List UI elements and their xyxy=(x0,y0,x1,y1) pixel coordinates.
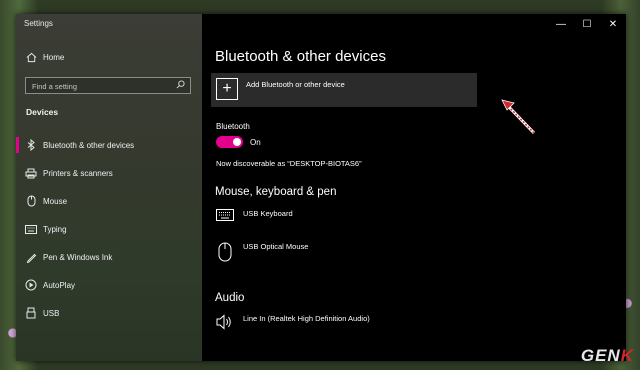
device-name: Line In (Realtek High Definition Audio) xyxy=(243,314,370,323)
settings-window: Settings Home Devices Bluetooth & other … xyxy=(16,14,626,361)
bluetooth-label: Bluetooth xyxy=(216,122,250,131)
window-controls: — ☐ ✕ xyxy=(548,14,626,34)
usb-icon xyxy=(25,307,37,319)
window-title: Settings xyxy=(24,19,53,28)
section-heading-input: Mouse, keyboard & pen xyxy=(215,186,337,198)
bluetooth-icon xyxy=(25,139,37,151)
sidebar-item-pen[interactable]: Pen & Windows Ink xyxy=(16,245,202,269)
device-row-mouse[interactable]: USB Optical Mouse xyxy=(216,242,308,265)
sidebar-section-devices: Devices xyxy=(26,107,59,117)
sidebar-item-usb[interactable]: USB xyxy=(16,301,202,325)
device-row-keyboard[interactable]: USB Keyboard xyxy=(216,209,293,224)
watermark-text: GEN xyxy=(580,346,621,365)
keyboard-icon xyxy=(216,209,234,224)
sidebar-item-label: Mouse xyxy=(43,196,68,206)
search-input[interactable] xyxy=(26,78,174,95)
device-row-audio[interactable]: Line In (Realtek High Definition Audio) xyxy=(216,314,370,333)
minimize-button[interactable]: — xyxy=(548,14,574,34)
sidebar-item-mouse[interactable]: Mouse xyxy=(16,189,202,213)
sidebar-item-printers[interactable]: Printers & scanners xyxy=(16,161,202,185)
pen-icon xyxy=(25,251,37,263)
search-icon[interactable] xyxy=(176,80,185,91)
mouse-icon xyxy=(25,195,37,207)
device-name: USB Keyboard xyxy=(243,209,293,218)
search-field[interactable] xyxy=(25,77,191,95)
watermark-accent: K xyxy=(620,346,634,365)
speaker-icon xyxy=(216,314,234,333)
device-name: USB Optical Mouse xyxy=(243,242,309,251)
sidebar-item-label: AutoPlay xyxy=(43,280,76,290)
add-device-button[interactable]: + Add Bluetooth or other device xyxy=(211,73,477,107)
page-title: Bluetooth & other devices xyxy=(215,48,386,65)
close-button[interactable]: ✕ xyxy=(600,14,626,34)
keyboard-icon xyxy=(25,223,37,235)
plus-icon: + xyxy=(216,78,238,100)
mouse-icon xyxy=(216,242,234,265)
maximize-button[interactable]: ☐ xyxy=(574,14,600,34)
sidebar-item-bluetooth[interactable]: Bluetooth & other devices xyxy=(16,133,202,157)
sidebar-item-typing[interactable]: Typing xyxy=(16,217,202,241)
sidebar-item-label: Typing xyxy=(43,224,67,234)
home-icon xyxy=(25,51,37,63)
printer-icon xyxy=(25,167,37,179)
genk-watermark: GENK xyxy=(581,346,634,366)
section-heading-audio: Audio xyxy=(215,292,245,304)
bluetooth-toggle[interactable] xyxy=(216,136,243,148)
sidebar-item-label: USB xyxy=(43,308,60,318)
sidebar-item-label: Pen & Windows Ink xyxy=(43,252,113,262)
annotation-arrow-icon xyxy=(501,99,536,135)
sidebar: Settings Home Devices Bluetooth & other … xyxy=(16,14,202,361)
autoplay-icon xyxy=(25,279,37,291)
toggle-knob xyxy=(233,138,241,146)
main-content: — ☐ ✕ Bluetooth & other devices + Add Bl… xyxy=(202,14,626,361)
bluetooth-toggle-state: On xyxy=(250,138,261,147)
sidebar-item-label: Bluetooth & other devices xyxy=(43,140,135,150)
nav-home[interactable]: Home xyxy=(16,45,202,69)
add-device-label: Add Bluetooth or other device xyxy=(246,80,345,89)
sidebar-item-autoplay[interactable]: AutoPlay xyxy=(16,273,202,297)
nav-home-label: Home xyxy=(43,52,65,62)
discoverable-text: Now discoverable as “DESKTOP-BIOTAS6” xyxy=(216,159,362,168)
sidebar-item-label: Printers & scanners xyxy=(43,168,113,178)
